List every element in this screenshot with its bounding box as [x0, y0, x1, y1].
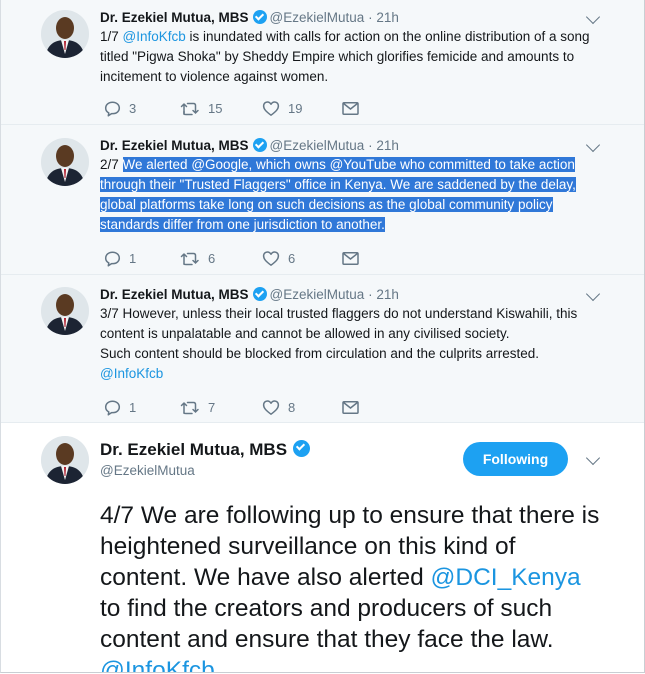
verified-badge-icon — [252, 287, 267, 301]
thread-number: 1/7 — [100, 29, 123, 44]
heart-icon — [262, 250, 280, 266]
retweet-icon — [180, 401, 199, 414]
verified-badge-icon — [293, 440, 311, 457]
reply-button[interactable]: 3 — [104, 97, 136, 119]
direct-message-button[interactable] — [342, 247, 359, 269]
retweet-count: 7 — [208, 399, 216, 415]
avatar[interactable] — [41, 10, 89, 58]
envelope-icon — [342, 400, 359, 414]
author-name[interactable]: Dr. Ezekiel Mutua, MBS — [100, 440, 313, 460]
verified-badge-icon — [252, 10, 267, 24]
mention-link[interactable]: @InfoKfcb — [100, 657, 215, 672]
author-handle[interactable]: @EzekielMutua — [270, 138, 365, 153]
verified-badge-icon — [252, 138, 267, 152]
reply-button[interactable]: 1 — [104, 396, 136, 418]
main-tweet-text: 4/7 We are following up to ensure that t… — [100, 500, 600, 672]
avatar[interactable] — [41, 138, 89, 186]
heart-icon — [262, 399, 280, 415]
reply-icon — [104, 100, 121, 117]
retweet-button[interactable]: 6 — [180, 247, 215, 269]
tweet-text: 1/7 @InfoKfcb is inundated with calls fo… — [100, 27, 600, 87]
author-handle[interactable]: @EzekielMutua — [270, 287, 365, 302]
retweet-button[interactable]: 7 — [180, 396, 215, 418]
tweet-text: 2/7 We alerted @Google, which owns @YouT… — [100, 155, 600, 235]
separator-dot: · — [368, 287, 373, 302]
tweet-text: 3/7 However, unless their local trusted … — [100, 304, 600, 384]
reply-count: 3 — [129, 100, 137, 116]
tweet-header: Dr. Ezekiel Mutua, MBS @EzekielMutua · 21… — [100, 9, 399, 27]
like-button[interactable]: 8 — [262, 396, 295, 418]
tweet-time[interactable]: 21h — [376, 138, 399, 153]
direct-message-button[interactable] — [342, 396, 359, 418]
author-handle[interactable]: @EzekielMutua — [270, 10, 365, 25]
author-name[interactable]: Dr. Ezekiel Mutua, MBS — [100, 287, 249, 302]
tweet-header: Dr. Ezekiel Mutua, MBS @EzekielMutua · 21… — [100, 137, 399, 155]
mention-link[interactable]: @InfoKfcb — [123, 29, 186, 44]
retweet-icon — [180, 252, 199, 265]
retweet-count: 15 — [208, 100, 223, 116]
author-handle[interactable]: @EzekielMutua — [100, 463, 195, 478]
reply-count: 1 — [129, 399, 137, 415]
separator-dot: · — [368, 138, 373, 153]
tweet-time[interactable]: 21h — [376, 10, 399, 25]
author-name[interactable]: Dr. Ezekiel Mutua, MBS — [100, 138, 249, 153]
reply-button[interactable]: 1 — [104, 247, 136, 269]
reply-icon — [104, 399, 121, 416]
mention-link[interactable]: @InfoKfcb — [100, 364, 600, 384]
author-name-text[interactable]: Dr. Ezekiel Mutua, MBS — [100, 440, 287, 459]
heart-icon — [262, 100, 280, 116]
avatar[interactable] — [41, 287, 89, 335]
following-button[interactable]: Following — [463, 442, 568, 476]
avatar[interactable] — [41, 436, 89, 484]
tweet-body: to find the creators and producers of su… — [100, 595, 554, 653]
reply-count: 1 — [129, 250, 137, 266]
retweet-count: 6 — [208, 250, 216, 266]
retweet-icon — [180, 102, 199, 115]
like-count: 6 — [288, 250, 296, 266]
tweet-time[interactable]: 21h — [376, 287, 399, 302]
envelope-icon — [342, 101, 359, 115]
direct-message-button[interactable] — [342, 97, 359, 119]
mention-link[interactable]: @DCI_Kenya — [431, 564, 581, 591]
reply-icon — [104, 250, 121, 267]
retweet-button[interactable]: 15 — [180, 97, 222, 119]
like-button[interactable]: 19 — [262, 97, 302, 119]
separator-dot: · — [368, 10, 373, 25]
selected-text: We alerted @Google, which owns @YouTube … — [100, 157, 576, 232]
tweet-line: 3/7 However, unless their local trusted … — [100, 306, 578, 341]
tweet-thread: Dr. Ezekiel Mutua, MBS @EzekielMutua · 21… — [0, 0, 645, 673]
envelope-icon — [342, 251, 359, 265]
like-button[interactable]: 6 — [262, 247, 295, 269]
author-name[interactable]: Dr. Ezekiel Mutua, MBS — [100, 10, 249, 25]
like-count: 8 — [288, 399, 296, 415]
tweet-header: Dr. Ezekiel Mutua, MBS @EzekielMutua · 21… — [100, 286, 399, 304]
tweet-line: Such content should be blocked from circ… — [100, 346, 539, 361]
like-count: 19 — [288, 100, 303, 116]
thread-number: 2/7 — [100, 157, 123, 172]
